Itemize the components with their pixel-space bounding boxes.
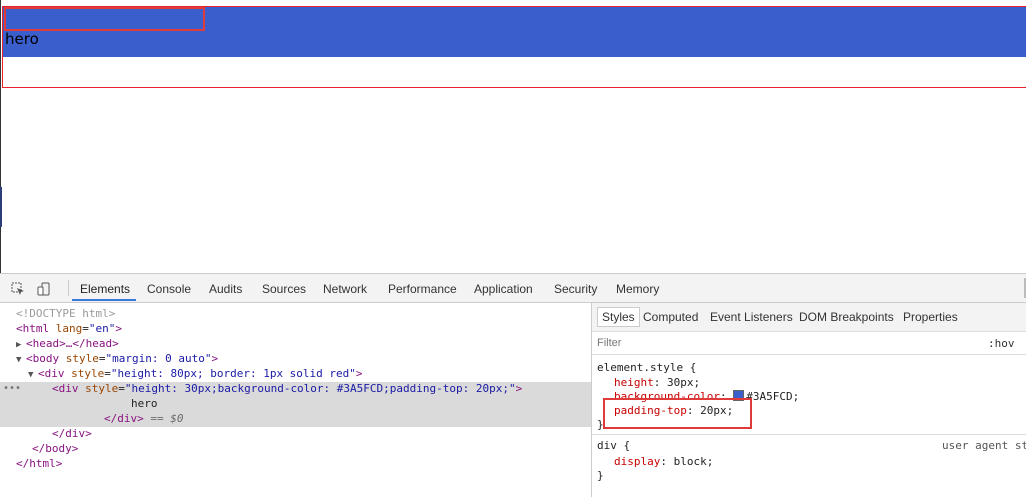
viewport-edge-mark [0,187,2,227]
dom-outer-div[interactable]: ▼ <div style="height: 80px; border: 1px s… [28,367,363,382]
dom-selected-bg-2 [0,397,591,412]
hov-toggle[interactable]: :hov [988,337,1015,350]
tab-security[interactable]: Security [554,282,597,296]
element-style-selector: element.style { [597,361,697,374]
dom-inner-text[interactable]: hero [131,397,158,412]
dom-selected-bg-3 [0,412,591,427]
div-rule-close: } [597,469,604,482]
styles-subtabs: Styles Computed Event Listeners DOM Brea… [592,303,1026,332]
dom-body-open[interactable]: ▼ <body style="margin: 0 auto"> [16,352,218,367]
more-actions-icon[interactable]: ••• [3,383,21,394]
dom-outer-div-close[interactable]: </div> [52,427,92,442]
dom-html-close[interactable]: </html> [16,457,62,472]
subtab-properties[interactable]: Properties [903,310,958,324]
subtab-event-listeners[interactable]: Event Listeners [710,310,793,324]
collapse-triangle-icon[interactable]: ▼ [28,370,38,380]
rendered-page: hero [0,0,1026,273]
subtab-styles[interactable]: Styles [597,307,640,327]
tab-elements[interactable]: Elements [80,282,130,296]
active-tab-indicator [72,299,136,301]
div-selector: div { [597,439,631,452]
devtools-tabbar: Elements Console Audits Sources Network … [0,274,1026,303]
tab-sources[interactable]: Sources [262,282,306,296]
devtools-panel: Elements Console Audits Sources Network … [0,273,1026,497]
tab-memory[interactable]: Memory [616,282,659,296]
user-agent-label: user agent st [942,439,1026,452]
annotation-highlight-padding-top [603,398,752,429]
dom-head[interactable]: ▶ <head>…</head> [16,337,119,352]
tab-separator [68,280,69,296]
device-toolbar-icon[interactable] [37,281,51,296]
tab-performance[interactable]: Performance [388,282,457,296]
tab-network[interactable]: Network [323,282,367,296]
dom-body-close[interactable]: </body> [32,442,78,457]
hero-text: hero [5,30,39,48]
rule-separator [592,434,1026,435]
filter-input[interactable]: Filter [597,337,621,349]
dom-inner-div[interactable]: <div style="height: 30px;background-colo… [52,382,522,397]
dom-inner-div-close[interactable]: </div> == $0 [104,412,184,427]
expand-triangle-icon[interactable]: ▶ [16,340,26,350]
subtab-computed[interactable]: Computed [643,310,698,324]
tab-console[interactable]: Console [147,282,191,296]
inspect-element-icon[interactable] [11,281,25,295]
tab-application[interactable]: Application [474,282,533,296]
css-rule-height[interactable]: height: 30px; [614,376,700,389]
dom-html-open[interactable]: <html lang="en"> [16,322,122,337]
collapse-triangle-icon[interactable]: ▼ [16,355,26,365]
viewport-left-edge [0,0,1,273]
subtab-dom-breakpoints[interactable]: DOM Breakpoints [799,310,894,324]
elements-dom-tree: <!DOCTYPE html> <html lang="en"> ▶ <head>… [0,303,591,497]
css-rule-display: display: block; [614,455,714,468]
styles-filter[interactable]: Filter :hov [592,332,1026,355]
tab-audits[interactable]: Audits [209,282,242,296]
dom-doctype[interactable]: <!DOCTYPE html> [16,307,115,322]
annotation-highlight-hero [4,7,205,31]
